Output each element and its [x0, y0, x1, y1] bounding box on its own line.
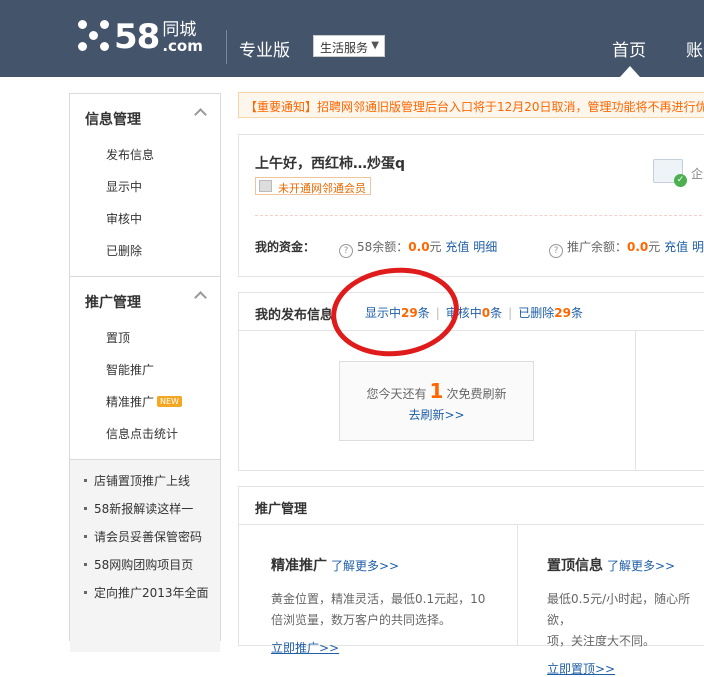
recharge-link[interactable]: 充值 [664, 240, 688, 254]
learn-more-link[interactable]: 了解更多>> [607, 559, 675, 573]
member-status-label: 未开通网邻通会员 [278, 182, 366, 195]
news-item[interactable]: 58新报解读这样一 [70, 500, 220, 528]
sidebar-item-click-stats[interactable]: 信息点击统计 [70, 417, 220, 449]
sidebar-item-top[interactable]: 置顶 [70, 321, 220, 353]
logo-domain: .com [162, 37, 203, 55]
publications-header: 我的发布信息 显示中29条 | 审核中0条 | 已删除29条 [239, 293, 704, 331]
balance-58: ? 58余额：0.0元 充值 明细 [339, 238, 497, 258]
promo-card-top: 置顶信息 了解更多>> 最低0.5元/小时起，随心所欲， 项，关注度大不同。 立即置… [547, 555, 704, 677]
recharge-link[interactable]: 充值 [445, 240, 469, 254]
sidebar-item-deleted[interactable]: 已删除 [70, 234, 220, 266]
header-divider [226, 30, 227, 64]
greeting: 上午好，西红柿…炒蛋q [255, 156, 406, 172]
service-category-select[interactable]: 生活服务 ▼ [313, 35, 385, 57]
refresh-text: 您今天还有 1 次免费刷新 [366, 379, 507, 403]
dashed-divider [255, 215, 704, 216]
balance-promo: ? 推广余额：0.0元 充值 明 [549, 238, 704, 258]
sidebar-item-showing[interactable]: 显示中 [70, 170, 220, 202]
funds-label: 我的资金： [255, 240, 316, 254]
news-item[interactable]: 请会员妥善保管密码 [70, 528, 220, 556]
member-status-tag[interactable]: 未开通网邻通会员 [255, 177, 371, 195]
important-notice[interactable]: 【重要通知】招聘网邻通旧版管理后台入口将于12月20日取消，管理功能将不再进行优… [238, 92, 704, 118]
sidebar-item-publish[interactable]: 发布信息 [70, 138, 220, 170]
refresh-count: 1 [429, 379, 444, 403]
promo-card-title: 精准推广 [271, 558, 327, 574]
detail-link[interactable]: 明细 [473, 240, 497, 254]
promo-card-description: 黄金位置，精准灵活，最低0.1元起，10 倍浏览量，数万客户的共同选择。 [271, 592, 486, 627]
nav-active-pointer [620, 66, 640, 77]
news-item[interactable]: 定向推广2013年全面 [70, 584, 220, 612]
promotion-header: 推广管理 [239, 487, 704, 525]
logo-people-icon [78, 20, 112, 54]
chevron-down-icon: ▼ [371, 40, 379, 51]
panel-divider [635, 331, 636, 471]
sidebar-item-reviewing[interactable]: 审核中 [70, 202, 220, 234]
sidebar-item-precise-promo[interactable]: 精准推广 NEW [70, 385, 220, 417]
sidebar-group-title: 信息管理 [85, 112, 141, 128]
pro-version-label: 专业版 [239, 41, 290, 61]
site-logo[interactable]: 58 同城 .com [78, 20, 203, 54]
sidebar: 信息管理 发布信息 显示中 审核中 已删除 推广管理 置顶 智能推广 精准推广 N… [69, 93, 221, 652]
promotion-title: 推广管理 [255, 502, 308, 517]
learn-more-link[interactable]: 了解更多>> [331, 559, 399, 573]
panel-divider [517, 525, 518, 645]
promo-card-description: 最低0.5元/小时起，随心所欲， 项，关注度大不同。 [547, 592, 691, 648]
publications-title: 我的发布信息 [255, 308, 334, 323]
member-icon [259, 180, 272, 192]
service-select-value: 生活服务 [320, 41, 369, 55]
sidebar-item-smart-promo[interactable]: 智能推广 [70, 353, 220, 385]
sidebar-group-title: 推广管理 [85, 295, 141, 311]
detail-link[interactable]: 明 [692, 240, 704, 254]
sidebar-group-header[interactable]: 推广管理 [70, 277, 220, 321]
account-panel: 上午好，西红柿…炒蛋q 未开通网邻通会员 ✓ 企业 我的资金： ?58余额：0.… [238, 134, 704, 277]
sidebar-news-list: 店铺置顶推广上线 58新报解读这样一 请会员妥善保管密码 58网购团购项目页 定… [70, 460, 220, 652]
news-item[interactable]: 58网购团购项目页 [70, 556, 220, 584]
balance-promo-amount: 0.0 [627, 240, 649, 254]
nav-account[interactable]: 账 [686, 36, 703, 61]
new-badge: NEW [157, 396, 182, 407]
help-icon[interactable]: ? [549, 244, 563, 258]
balance-58-amount: 0.0 [408, 240, 430, 254]
refresh-link[interactable]: 去刷新>> [340, 406, 533, 423]
top-now-link[interactable]: 立即置顶>> [547, 660, 704, 677]
promote-now-link[interactable]: 立即推广>> [271, 639, 485, 656]
logo-number: 58 [114, 17, 160, 57]
promo-card-title: 置顶信息 [547, 558, 603, 574]
nav-home[interactable]: 首页 [612, 36, 646, 61]
enterprise-verified-icon[interactable]: ✓ [653, 159, 687, 187]
enterprise-label: 企业 [691, 167, 704, 181]
help-icon[interactable]: ? [339, 244, 353, 258]
sidebar-group-info: 信息管理 发布信息 显示中 审核中 已删除 [70, 94, 220, 276]
sidebar-item-label: 精准推广 [106, 395, 155, 409]
news-item[interactable]: 店铺置顶推广上线 [70, 472, 220, 500]
tab-deleted[interactable]: 已删除29条 [518, 306, 583, 320]
free-refresh-box: 您今天还有 1 次免费刷新 去刷新>> [339, 361, 534, 441]
promotion-panel: 推广管理 精准推广 了解更多>> 黄金位置，精准灵活，最低0.1元起，10 倍浏览量… [238, 486, 704, 676]
top-header: 58 同城 .com 专业版 生活服务 ▼ 首页 账 [0, 0, 704, 77]
my-publications-panel: 我的发布信息 显示中29条 | 审核中0条 | 已删除29条 您今天还有 1 次免费刷新 去… [238, 292, 704, 471]
sidebar-group-header[interactable]: 信息管理 [70, 94, 220, 138]
sidebar-group-promotion: 推广管理 置顶 智能推广 精准推广 NEW 信息点击统计 [70, 277, 220, 459]
chevron-up-icon[interactable] [194, 108, 207, 121]
chevron-up-icon[interactable] [194, 291, 207, 304]
